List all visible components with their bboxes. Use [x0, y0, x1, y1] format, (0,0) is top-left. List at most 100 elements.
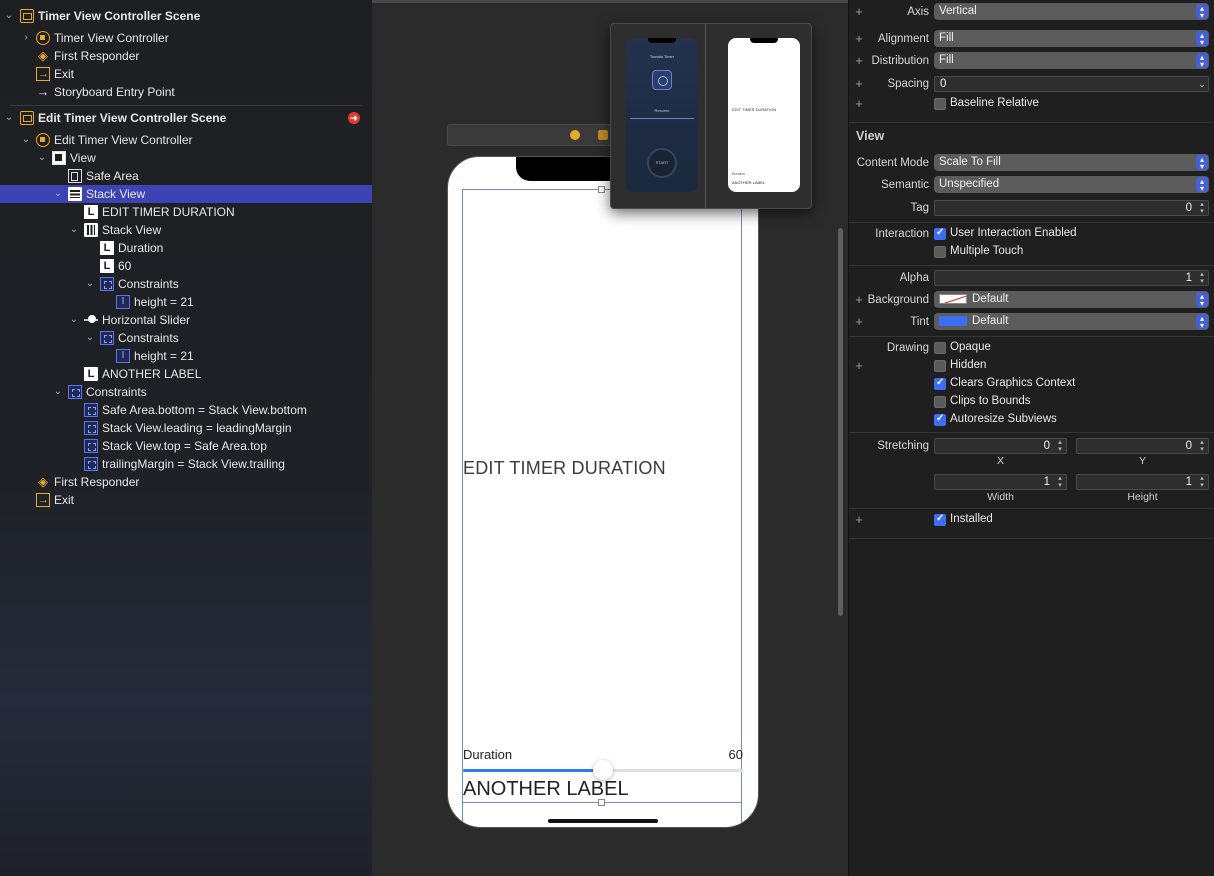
plus-icon[interactable]: +: [854, 31, 864, 46]
stretching-y-field[interactable]: 0 ▴ ▾: [1076, 438, 1209, 454]
outline-item-constraint[interactable]: Safe Area.bottom = Stack View.bottom: [0, 401, 372, 419]
stretching-height-field[interactable]: 1 ▴ ▾: [1076, 474, 1209, 490]
stepper-icon[interactable]: ▴ ▾: [1197, 201, 1207, 215]
chevron-down-icon[interactable]: ⌄: [85, 275, 95, 293]
content-mode-popup[interactable]: Scale To Fill ▴ ▾: [934, 154, 1209, 171]
chevron-right-icon[interactable]: ›: [21, 29, 31, 47]
plus-icon[interactable]: +: [854, 96, 864, 111]
outline-timer-scene[interactable]: ⌄ Timer View Controller Scene: [0, 7, 372, 25]
outline-item-height[interactable]: I height = 21: [0, 293, 372, 311]
distribution-popup[interactable]: Fill ▴ ▾: [934, 52, 1209, 69]
axis-popup[interactable]: Vertical ▴ ▾: [934, 3, 1209, 20]
outline-item-constraints[interactable]: ⌄ Constraints: [0, 383, 372, 401]
duration-label[interactable]: Duration: [463, 747, 512, 762]
outline-item-stack-view-selected[interactable]: ⌄ Stack View: [0, 185, 372, 203]
chevron-updown-icon: ▴ ▾: [1196, 53, 1208, 69]
outline-edit-scene[interactable]: ⌄ Edit Timer View Controller Scene ➜: [0, 109, 372, 127]
outline-item-another-label[interactable]: L ANOTHER LABEL: [0, 365, 372, 383]
chevron-down-icon[interactable]: ⌄: [53, 185, 63, 203]
outline-item-view[interactable]: ⌄ View: [0, 149, 372, 167]
plus-icon[interactable]: +: [854, 292, 864, 307]
edit-timer-duration-label[interactable]: EDIT TIMER DURATION: [463, 458, 666, 479]
outline-item-height[interactable]: I height = 21: [0, 347, 372, 365]
outline-item-exit[interactable]: Exit: [0, 65, 372, 83]
opaque-checkbox[interactable]: [934, 342, 946, 354]
tag-field[interactable]: 0 ▴ ▾: [934, 200, 1209, 216]
divider: [849, 222, 1214, 223]
stepper-icon[interactable]: ▴ ▾: [1055, 439, 1065, 453]
background-popup[interactable]: Default ▴ ▾: [934, 291, 1209, 308]
chevron-down-icon[interactable]: ⌄: [69, 311, 79, 329]
stepper-icon[interactable]: ▴ ▾: [1197, 271, 1207, 285]
divider: [10, 105, 362, 106]
installed-checkbox[interactable]: [934, 513, 946, 526]
outline-item-safe-area[interactable]: Safe Area: [0, 167, 372, 185]
user-interaction-checkbox[interactable]: [934, 227, 946, 240]
edit-scene-thumbnail[interactable]: EDIT TIMER DURATION Duration ANOTHER LAB…: [728, 38, 800, 192]
autoresize-subviews-checkbox[interactable]: [934, 413, 946, 426]
stepper-icon[interactable]: ▴ ▾: [1197, 475, 1207, 489]
alpha-field[interactable]: 1 ▴ ▾: [934, 270, 1209, 286]
outline-item-constraint[interactable]: trailingMargin = Stack View.trailing: [0, 455, 372, 473]
first-responder-icon[interactable]: [598, 130, 608, 140]
plus-icon[interactable]: +: [854, 512, 864, 527]
duration-value-label[interactable]: 60: [729, 747, 743, 762]
chevron-down-icon[interactable]: ⌄: [4, 109, 14, 127]
outline-item-label: height = 21: [134, 349, 194, 363]
chevron-down-icon[interactable]: ⌄: [1197, 77, 1207, 91]
clears-graphics-checkbox[interactable]: [934, 377, 946, 390]
resize-handle-top[interactable]: [598, 186, 605, 193]
chevron-down-icon[interactable]: ⌄: [85, 329, 95, 347]
chevron-down-icon[interactable]: ⌄: [21, 131, 31, 149]
chevron-down-icon[interactable]: ⌄: [53, 383, 63, 401]
outline-item-first-responder[interactable]: ◈ First Responder: [0, 473, 372, 491]
semantic-popup[interactable]: Unspecified ▴ ▾: [934, 176, 1209, 193]
plus-icon[interactable]: +: [854, 358, 864, 373]
outline-item-slider[interactable]: ⌄ Horizontal Slider: [0, 311, 372, 329]
storyboard-canvas[interactable]: EDIT TIMER DURATION Duration 60 ANOTHER …: [372, 0, 849, 876]
outline-item-sixty[interactable]: L 60: [0, 257, 372, 275]
stretching-width-field[interactable]: 1 ▴ ▾: [934, 474, 1067, 490]
view-controller-icon[interactable]: [570, 130, 580, 140]
outline-item-constraints[interactable]: ⌄ Constraints: [0, 329, 372, 347]
alignment-popup[interactable]: Fill ▴ ▾: [934, 30, 1209, 47]
outline-item-edit-vc[interactable]: ⌄ Edit Timer View Controller: [0, 131, 372, 149]
outline-item-edit-label[interactable]: L EDIT TIMER DURATION: [0, 203, 372, 221]
stepper-icon[interactable]: ▴ ▾: [1197, 439, 1207, 453]
scene-preview-popover[interactable]: Tomato Timer Resume START EDIT TIMER DUR…: [610, 23, 812, 209]
spacing-combo[interactable]: 0 ⌄: [934, 76, 1209, 92]
tint-popup[interactable]: Default ▴ ▾: [934, 313, 1209, 330]
clips-to-bounds-checkbox[interactable]: [934, 396, 946, 408]
outline-item-constraint[interactable]: Stack View.top = Safe Area.top: [0, 437, 372, 455]
timer-scene-thumbnail[interactable]: Tomato Timer Resume START: [626, 38, 698, 192]
stretching-x-value: 0: [1043, 440, 1050, 452]
plus-icon[interactable]: +: [854, 76, 864, 91]
outline-item-first-responder[interactable]: ◈ First Responder: [0, 47, 372, 65]
outline-item-inner-stack[interactable]: ⌄ Stack View: [0, 221, 372, 239]
plus-icon[interactable]: +: [854, 4, 864, 19]
chevron-down-icon[interactable]: ⌄: [69, 221, 79, 239]
plus-icon[interactable]: +: [854, 314, 864, 329]
hidden-checkbox[interactable]: [934, 360, 946, 372]
chevron-down-icon[interactable]: ⌄: [4, 7, 14, 25]
slider-knob[interactable]: [593, 760, 613, 780]
baseline-relative-checkbox[interactable]: [934, 98, 946, 110]
outline-item-exit[interactable]: Exit: [0, 491, 372, 509]
another-label[interactable]: ANOTHER LABEL: [463, 778, 629, 801]
outline-item-timer-vc[interactable]: › Timer View Controller: [0, 29, 372, 47]
outline-item-label: Stack View: [102, 223, 162, 237]
horizontal-slider[interactable]: [463, 760, 743, 780]
plus-icon[interactable]: +: [854, 53, 864, 68]
iphone-frame[interactable]: EDIT TIMER DURATION Duration 60 ANOTHER …: [447, 156, 759, 828]
multiple-touch-checkbox[interactable]: [934, 246, 946, 258]
outline-item-entry-point[interactable]: → Storyboard Entry Point: [0, 83, 372, 101]
chevron-down-icon[interactable]: ⌄: [37, 149, 47, 167]
exit-icon: [36, 491, 50, 509]
stretching-x-field[interactable]: 0 ▴ ▾: [934, 438, 1067, 454]
outline-item-constraint[interactable]: Stack View.leading = leadingMargin: [0, 419, 372, 437]
outline-item-constraints[interactable]: ⌄ Constraints: [0, 275, 372, 293]
outline-item-duration[interactable]: L Duration: [0, 239, 372, 257]
canvas-scrollbar[interactable]: [838, 228, 843, 616]
stepper-icon[interactable]: ▴ ▾: [1055, 475, 1065, 489]
error-arrow-icon[interactable]: ➜: [348, 112, 360, 124]
